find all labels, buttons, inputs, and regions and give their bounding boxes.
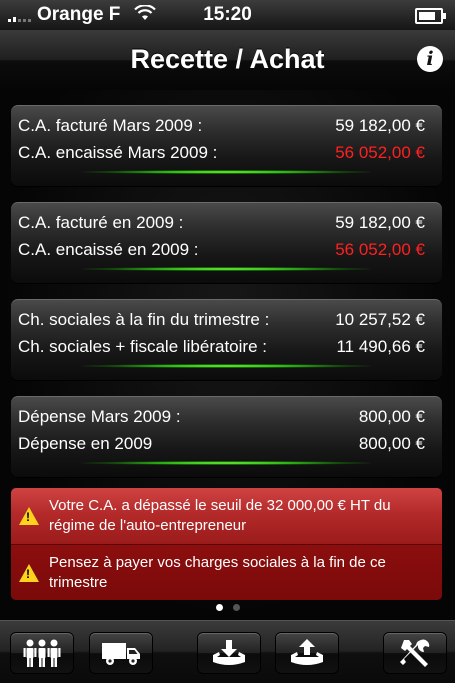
summary-panel-mars: C.A. facturé Mars 2009 : 59 182,00 € C.A… [11,105,442,186]
row-value: 800,00 € [358,407,425,426]
row-value-highlight: 56 052,00 € [335,240,425,259]
summary-panel-expenses: Dépense Mars 2009 : 800,00 € Dépense en … [11,396,442,477]
alert-threshold[interactable]: Votre C.A. a dépassé le seuil de 32 000,… [11,488,442,544]
page-dot[interactable] [232,604,240,611]
row-value: 59 182,00 € [335,116,425,135]
clock: 15:20 [203,4,252,25]
toolbar [0,620,455,683]
row-label: Dépense en 2009 [18,434,153,453]
panel-glow [81,267,372,271]
summary-row: C.A. facturé en 2009 : 59 182,00 € [18,211,425,235]
delivery-button[interactable] [89,632,153,674]
alert-charges[interactable]: Pensez à payer vos charges sociales à la… [11,544,442,600]
delivery-truck-icon [102,643,140,665]
row-value-highlight: 56 052,00 € [335,143,425,162]
row-label: Ch. sociales + fiscale libératoire : [18,337,267,356]
battery-fill [419,12,435,20]
summary-content: C.A. facturé Mars 2009 : 59 182,00 € C.A… [0,90,455,620]
row-value: 10 257,52 € [335,310,425,329]
navigation-bar: Recette / Achat i [0,30,455,91]
summary-row: C.A. facturé Mars 2009 : 59 182,00 € [18,114,425,138]
row-label: C.A. facturé Mars 2009 : [18,116,203,135]
row-label: C.A. encaissé en 2009 : [18,240,199,259]
alert-text: Pensez à payer vos charges sociales à la… [49,554,386,591]
alerts-box: Votre C.A. a dépassé le seuil de 32 000,… [11,488,442,600]
summary-row: C.A. encaissé en 2009 : 56 052,00 € [18,238,425,262]
row-label: C.A. encaissé Mars 2009 : [18,143,218,162]
summary-panel-charges: Ch. sociales à la fin du trimestre : 10 … [11,299,442,380]
clients-button[interactable] [10,632,74,674]
summary-row: Dépense en 2009 800,00 € [18,432,425,456]
warning-icon [19,564,39,582]
panel-glow [81,364,372,368]
page-dot-active[interactable] [215,604,223,611]
info-icon[interactable]: i [417,46,443,72]
summary-row: Ch. sociales + fiscale libératoire : 11 … [18,335,425,359]
row-label: Ch. sociales à la fin du trimestre : [18,310,270,329]
warning-icon [19,507,39,525]
export-button[interactable] [275,632,339,674]
upload-tray-icon [291,639,323,665]
clients-icon [23,639,61,667]
summary-row: Dépense Mars 2009 : 800,00 € [18,405,425,429]
download-tray-icon [213,640,245,665]
settings-button[interactable] [383,632,447,674]
alert-text: Votre C.A. a dépassé le seuil de 32 000,… [49,497,391,534]
battery-icon [415,8,446,24]
import-button[interactable] [197,632,261,674]
row-value: 11 490,66 € [336,337,425,356]
status-bar: Orange F 15:20 [0,0,455,30]
row-label: C.A. facturé en 2009 : [18,213,184,232]
page-title: Recette / Achat [130,44,325,74]
row-value: 800,00 € [358,434,425,453]
tools-icon [400,639,430,667]
page-control[interactable] [0,598,455,616]
summary-row: Ch. sociales à la fin du trimestre : 10 … [18,308,425,332]
row-label: Dépense Mars 2009 : [18,407,181,426]
summary-panel-year: C.A. facturé en 2009 : 59 182,00 € C.A. … [11,202,442,283]
summary-row: C.A. encaissé Mars 2009 : 56 052,00 € [18,141,425,165]
panel-glow [81,461,372,465]
row-value: 59 182,00 € [335,213,425,232]
panel-glow [81,170,372,174]
